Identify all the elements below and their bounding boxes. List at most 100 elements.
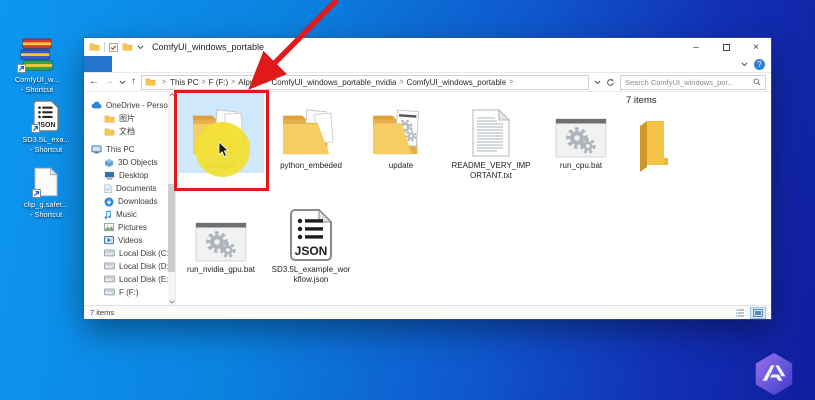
sidebar-item[interactable]: Music [84, 208, 175, 221]
breadcrumb: This PC > F (F:) > Alpure > ComfyUI_wind… [170, 78, 516, 87]
breadcrumb-item[interactable]: This PC > [170, 78, 209, 87]
ribbon-tab[interactable] [84, 56, 112, 72]
window-title: ComfyUI_windows_portable [152, 42, 265, 52]
music-icon [104, 209, 112, 220]
doc-s-icon [104, 184, 112, 194]
divider [104, 42, 105, 52]
disk-icon [104, 249, 115, 257]
sidebar-scrollbar-thumb[interactable] [168, 184, 175, 272]
file-item[interactable]: run_nvidia_gpu.bat [178, 197, 264, 277]
download-icon [104, 197, 114, 207]
file-label: README_VERY_IMPORTANT.txt [451, 161, 531, 180]
ai-watermark-logo [751, 351, 797, 397]
ribbon-tab[interactable] [134, 56, 156, 72]
thumbnail-view-button[interactable] [750, 306, 766, 319]
folder-s-icon [104, 114, 115, 123]
new-folder-icon[interactable] [122, 42, 133, 51]
status-items-count: 7 items [90, 308, 115, 317]
bat-icon [555, 118, 607, 158]
back-button[interactable]: ← [89, 77, 99, 87]
desktop-shortcut-label: clip_g.safet... - Shortcut [23, 200, 69, 219]
maximize-button[interactable] [711, 38, 741, 56]
ribbon-tab[interactable] [156, 56, 178, 72]
file-label: python_embeded [280, 161, 342, 170]
properties-icon[interactable] [109, 42, 118, 52]
breadcrumb-item[interactable]: F (F:) > [209, 78, 239, 87]
forward-button[interactable]: → [104, 77, 114, 87]
recent-locations-chevron-icon[interactable] [119, 80, 126, 85]
bat-icon [195, 222, 247, 262]
breadcrumb-item[interactable]: ComfyUI_windows_portable > [407, 78, 517, 87]
quick-access-toolbar [89, 42, 144, 52]
scroll-down-icon[interactable] [168, 300, 175, 304]
empty-folder-icon [632, 120, 672, 172]
items-count-label: 7 items [626, 95, 657, 106]
file-label: SD3.5L_example_workflow.json [271, 265, 351, 284]
up-button[interactable]: ↑ [131, 77, 136, 87]
close-button[interactable]: × [741, 38, 771, 56]
shortcut-arrow-icon [17, 64, 26, 73]
search-icon [753, 78, 761, 86]
file-item[interactable]: README_VERY_IMPORTANT.txt [448, 93, 534, 183]
sidebar-item[interactable]: Pictures [84, 221, 175, 234]
file-label: update [388, 161, 414, 170]
sidebar-item[interactable]: 文档 [84, 125, 175, 138]
file-item[interactable]: run_cpu.bat [538, 93, 624, 173]
sidebar-item[interactable]: Desktop [84, 169, 175, 182]
pc-icon [91, 145, 102, 154]
sidebar-item[interactable]: F (F:) [84, 286, 175, 299]
search-placeholder: Search ComfyUI_windows_por... [625, 77, 734, 87]
sidebar-item[interactable]: Downloads [84, 195, 175, 208]
cube-icon [104, 158, 114, 168]
sidebar-item[interactable]: Videos [84, 234, 175, 247]
disk-icon [104, 262, 115, 270]
sidebar-item[interactable]: Local Disk (C:) [84, 247, 175, 260]
ribbon-tab[interactable] [112, 56, 134, 72]
sidebar-item[interactable]: 3D Objects [84, 156, 175, 169]
desktop-shortcut-label: ComfyUI_w... - Shortcut [14, 75, 60, 94]
video-icon [104, 236, 114, 245]
sidebar-item[interactable]: 图片 [84, 112, 175, 125]
annotation-red-rectangle [174, 90, 269, 191]
file-item[interactable]: python_embeded [268, 93, 354, 173]
breadcrumb-item[interactable]: Alpure > [238, 78, 271, 87]
shortcut-arrow-icon [32, 189, 41, 198]
address-dropdown-chevron-icon[interactable] [594, 80, 601, 85]
desktop-shortcut[interactable]: clip_g.safet... - Shortcut [15, 161, 77, 220]
json-icon: JSON [289, 208, 333, 262]
navigation-pane: OneDrive - Person 图片 文档 This PC 3D Objec… [84, 92, 176, 305]
desktop-shortcut[interactable]: JSON SD3.5L_exa... - Shortcut [15, 96, 77, 155]
folder-gear-icon [370, 106, 432, 158]
breadcrumb-item[interactable]: ComfyUI_windows_portable_nvidia > [272, 78, 407, 87]
ribbon-tabs: ? [84, 56, 771, 73]
sidebar-item[interactable]: OneDrive - Person [84, 99, 175, 112]
file-item[interactable]: JSON SD3.5L_example_workflow.json [268, 197, 354, 287]
disk-icon [104, 288, 115, 296]
details-view-button[interactable] [733, 308, 747, 318]
txt-icon [471, 108, 511, 158]
search-input[interactable]: Search ComfyUI_windows_por... [620, 74, 766, 90]
desktop-icon [104, 171, 115, 180]
desktop-shortcut-label: SD3.5L_exa... - Shortcut [22, 135, 70, 154]
file-label: run_cpu.bat [559, 161, 603, 170]
file-label: run_nvidia_gpu.bat [186, 265, 256, 274]
sidebar-item[interactable]: Documents [84, 182, 175, 195]
picture-icon [104, 223, 114, 232]
file-row: run_nvidia_gpu.bat JSON SD3.5L_example_w… [178, 197, 354, 287]
sidebar-item[interactable]: Local Disk (D:) [84, 260, 175, 273]
help-button[interactable]: ? [754, 59, 765, 70]
file-item[interactable]: update [358, 93, 444, 173]
desktop: { "colors": { "accent_blue": "#2374cc", … [0, 0, 815, 400]
refresh-icon[interactable] [606, 78, 615, 87]
minimize-button[interactable]: – [681, 38, 711, 56]
address-bar[interactable]: > This PC > F (F:) > Alpure > ComfyUI_wi… [141, 74, 589, 90]
desktop-shortcut[interactable]: ComfyUI_w... - Shortcut [6, 36, 68, 95]
folder-s-icon [104, 127, 115, 136]
minimize-ribbon-chevron-icon[interactable] [741, 62, 748, 67]
customize-toolbar-chevron-icon[interactable] [137, 45, 144, 50]
sidebar-item[interactable]: Local Disk (E:) [84, 273, 175, 286]
title-bar: ComfyUI_windows_portable – × [84, 38, 771, 56]
sidebar-item[interactable]: This PC [84, 143, 175, 156]
svg-text:JSON: JSON [295, 244, 328, 258]
folder-docs-icon [280, 106, 342, 158]
